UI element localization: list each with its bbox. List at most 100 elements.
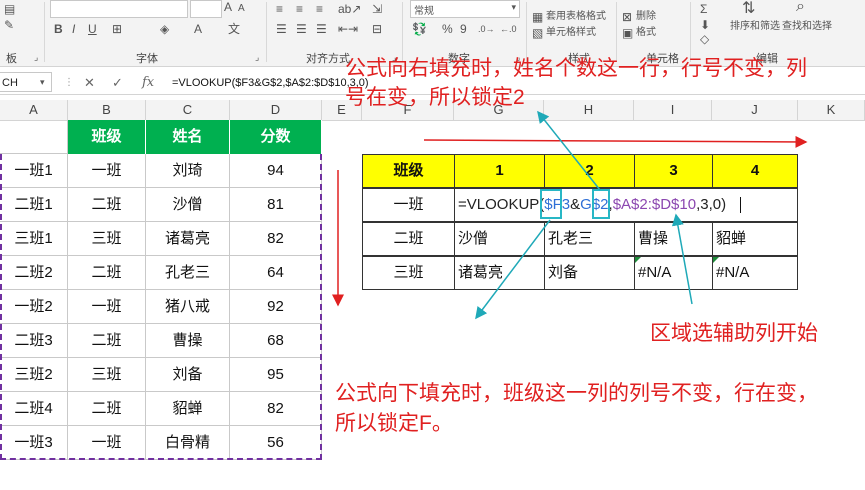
font-color-icon[interactable]: A <box>194 22 202 36</box>
sort-filter-icon[interactable]: ⇅ <box>742 1 755 17</box>
column-header-h[interactable]: H <box>544 100 634 120</box>
insert-function-icon[interactable]: fx <box>142 72 154 94</box>
result-cell[interactable]: #N/A <box>634 256 713 290</box>
increase-decimal-icon[interactable]: .0→ <box>478 22 495 36</box>
source-cell-score[interactable]: 95 <box>230 358 322 392</box>
result-cell[interactable]: 曹操 <box>634 222 713 256</box>
source-cell-helper-key[interactable]: 三班1 <box>0 222 68 256</box>
cell-a1[interactable] <box>0 120 68 154</box>
phonetic-icon[interactable]: 文 <box>228 22 240 36</box>
source-cell-name[interactable]: 白骨精 <box>146 426 230 460</box>
cell-styles-icon[interactable]: ▧ <box>532 26 543 40</box>
decrease-decimal-icon[interactable]: ←.0 <box>500 22 517 36</box>
result-row-label-class1[interactable]: 一班 <box>362 188 455 222</box>
paste-icon[interactable]: ▤ <box>4 2 15 16</box>
format-as-table-button[interactable]: 套用表格格式 <box>546 10 606 24</box>
align-top-icon[interactable]: ≡ <box>276 2 283 16</box>
error-indicator-icon[interactable] <box>635 257 641 263</box>
format-cells-button[interactable]: 格式 <box>636 26 656 40</box>
clear-icon[interactable]: ◇ <box>700 32 709 46</box>
source-cell-score[interactable]: 82 <box>230 392 322 426</box>
dialog-launcher-icon[interactable]: ⌟ <box>255 50 259 64</box>
source-cell-class[interactable]: 一班 <box>68 290 146 324</box>
merge-center-icon[interactable]: ⊟ <box>372 22 382 36</box>
column-header-j[interactable]: J <box>712 100 798 120</box>
header-class[interactable]: 班级 <box>68 120 146 154</box>
formula-input[interactable]: =VLOOKUP($F3&G$2,$A$2:$D$10,3,0) <box>172 72 369 94</box>
result-header-4[interactable]: 4 <box>712 154 798 188</box>
result-header-1[interactable]: 1 <box>454 154 545 188</box>
source-cell-class[interactable]: 一班 <box>68 154 146 188</box>
source-cell-class[interactable]: 三班 <box>68 222 146 256</box>
source-cell-name[interactable]: 孔老三 <box>146 256 230 290</box>
format-cells-icon[interactable]: ▣ <box>622 26 633 40</box>
column-header-d[interactable]: D <box>230 100 322 120</box>
search-icon[interactable]: ⌕ <box>796 0 805 15</box>
result-cell[interactable]: 貂蝉 <box>712 222 798 256</box>
align-middle-icon[interactable]: ≡ <box>296 2 303 16</box>
source-cell-name[interactable]: 诸葛亮 <box>146 222 230 256</box>
underline-icon[interactable]: U <box>88 22 97 36</box>
source-cell-helper-key[interactable]: 二班3 <box>0 324 68 358</box>
dialog-launcher-icon[interactable]: ⌟ <box>34 50 38 64</box>
indent-icon[interactable]: ⇤⇥ <box>338 22 358 36</box>
delete-cells-icon[interactable]: ⊠ <box>622 10 632 24</box>
table-format-icon[interactable]: ▦ <box>532 10 543 24</box>
header-score[interactable]: 分数 <box>230 120 322 154</box>
source-cell-score[interactable]: 56 <box>230 426 322 460</box>
source-cell-class[interactable]: 二班 <box>68 392 146 426</box>
result-cell[interactable]: 刘备 <box>544 256 635 290</box>
result-header-class[interactable]: 班级 <box>362 154 455 188</box>
source-cell-name[interactable]: 刘琦 <box>146 154 230 188</box>
source-cell-helper-key[interactable]: 二班4 <box>0 392 68 426</box>
number-format-select[interactable]: 常规 ▾ <box>410 0 520 18</box>
source-cell-name[interactable]: 沙僧 <box>146 188 230 222</box>
source-cell-helper-key[interactable]: 三班2 <box>0 358 68 392</box>
source-cell-score[interactable]: 92 <box>230 290 322 324</box>
source-cell-score[interactable]: 68 <box>230 324 322 358</box>
source-cell-helper-key[interactable]: 二班1 <box>0 188 68 222</box>
error-indicator-icon[interactable] <box>713 257 719 263</box>
font-size-select[interactable] <box>190 0 222 18</box>
font-name-select[interactable] <box>50 0 188 18</box>
cancel-icon[interactable]: ✕ <box>84 72 95 94</box>
font-grow-icon[interactable]: A <box>224 0 232 14</box>
column-header-c[interactable]: C <box>146 100 230 120</box>
border-icon[interactable]: ⊞ <box>112 22 122 36</box>
active-formula-cell[interactable]: =VLOOKUP($F3&G$2,$A$2:$D$10,3,0) <box>454 188 798 222</box>
result-cell[interactable]: 孔老三 <box>544 222 635 256</box>
align-bottom-icon[interactable]: ≡ <box>316 2 323 16</box>
source-cell-helper-key[interactable]: 一班3 <box>0 426 68 460</box>
enter-icon[interactable]: ✓ <box>112 72 123 94</box>
orientation-icon[interactable]: ab↗ <box>338 2 361 16</box>
source-cell-class[interactable]: 三班 <box>68 358 146 392</box>
align-center-icon[interactable]: ☰ <box>296 22 307 36</box>
source-cell-name[interactable]: 貂蝉 <box>146 392 230 426</box>
source-cell-name[interactable]: 猪八戒 <box>146 290 230 324</box>
comma-style-icon[interactable]: 9 <box>460 22 467 36</box>
source-cell-helper-key[interactable]: 二班2 <box>0 256 68 290</box>
column-header-a[interactable]: A <box>0 100 68 120</box>
font-shrink-icon[interactable]: A <box>238 2 245 16</box>
source-cell-score[interactable]: 94 <box>230 154 322 188</box>
percent-icon[interactable]: % <box>442 22 453 36</box>
autosum-icon[interactable]: Σ <box>700 2 707 16</box>
source-cell-class[interactable]: 二班 <box>68 256 146 290</box>
delete-cells-button[interactable]: 删除 <box>636 10 656 24</box>
column-header-b[interactable]: B <box>68 100 146 120</box>
cell-styles-button[interactable]: 单元格样式 <box>546 26 596 40</box>
column-header-i[interactable]: I <box>634 100 712 120</box>
source-cell-score[interactable]: 81 <box>230 188 322 222</box>
source-cell-class[interactable]: 一班 <box>68 426 146 460</box>
result-header-2[interactable]: 2 <box>544 154 635 188</box>
sort-filter-button[interactable]: 排序和筛选 <box>730 20 780 34</box>
source-cell-helper-key[interactable]: 一班1 <box>0 154 68 188</box>
format-painter-icon[interactable]: ✎ <box>4 18 14 32</box>
column-header-k[interactable]: K <box>798 100 865 120</box>
result-cell[interactable]: #N/A <box>712 256 798 290</box>
source-cell-name[interactable]: 刘备 <box>146 358 230 392</box>
result-header-3[interactable]: 3 <box>634 154 713 188</box>
fill-icon[interactable]: ⬇ <box>700 18 710 32</box>
bold-icon[interactable]: B <box>54 22 63 36</box>
source-cell-name[interactable]: 曹操 <box>146 324 230 358</box>
